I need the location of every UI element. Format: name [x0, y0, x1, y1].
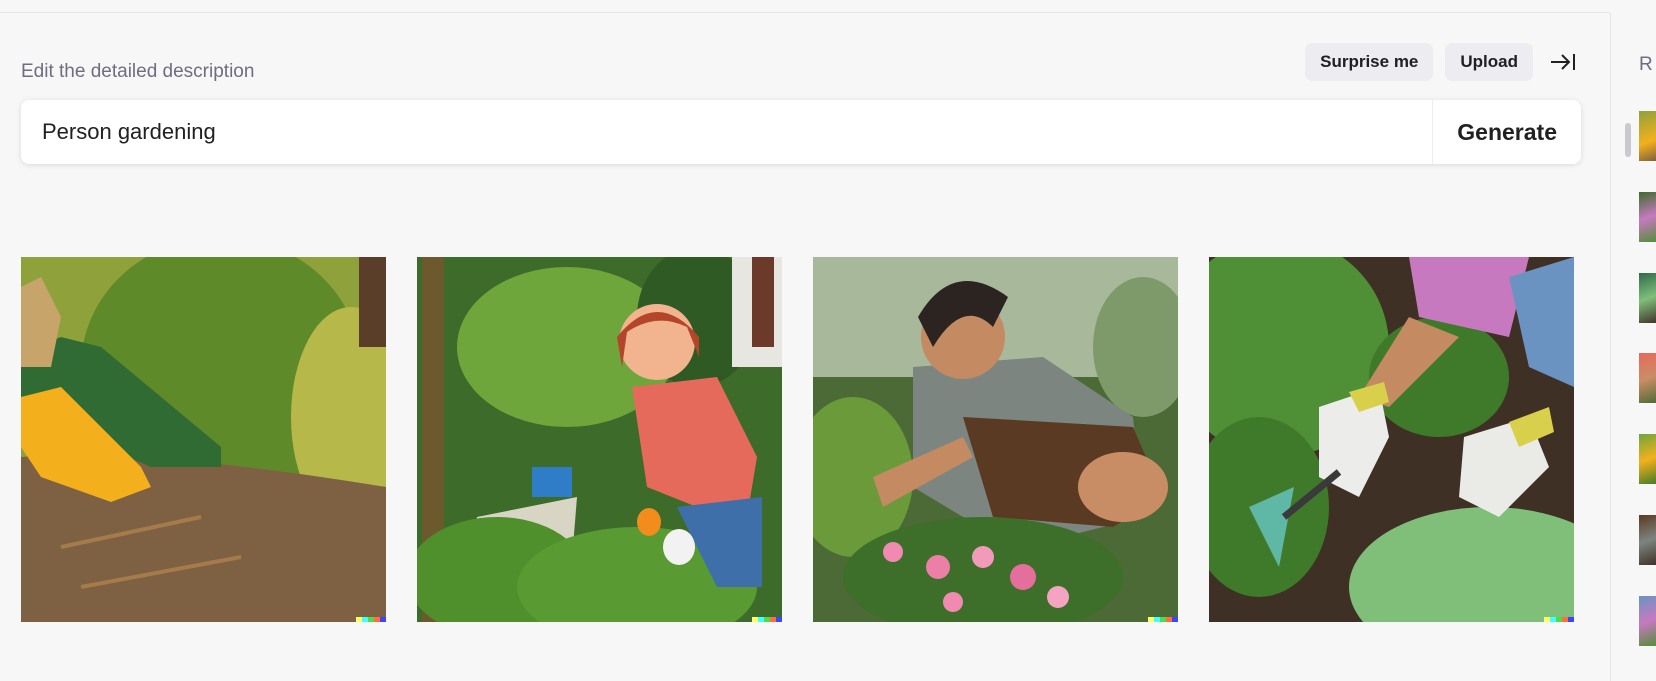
- arrow-to-right-icon: [1551, 54, 1575, 70]
- history-thumb-6[interactable]: [1639, 515, 1656, 565]
- top-bar-border: [0, 0, 1610, 13]
- result-image-1[interactable]: [21, 257, 386, 622]
- history-thumb-7[interactable]: [1639, 596, 1656, 646]
- surprise-me-button[interactable]: Surprise me: [1305, 43, 1434, 81]
- history-thumb-5[interactable]: [1639, 434, 1656, 484]
- history-thumb-3[interactable]: [1639, 273, 1656, 323]
- result-image-2[interactable]: [417, 257, 782, 622]
- history-sidebar: R: [1610, 13, 1656, 681]
- heading-row: Edit the detailed description Surprise m…: [21, 43, 1581, 91]
- signature-mark: [1544, 617, 1574, 622]
- result-image-4[interactable]: [1209, 257, 1574, 622]
- result-image-2-graphic: [417, 257, 782, 622]
- sidebar-scrollbar[interactable]: [1625, 123, 1631, 157]
- history-thumb-1[interactable]: [1639, 111, 1656, 161]
- signature-mark: [1148, 617, 1178, 622]
- sidebar-heading: R: [1639, 54, 1653, 75]
- signature-mark: [752, 617, 782, 622]
- prompt-input[interactable]: [21, 100, 1433, 164]
- history-thumb-2[interactable]: [1639, 192, 1656, 242]
- history-thumb-4[interactable]: [1639, 353, 1656, 403]
- signature-mark: [356, 617, 386, 622]
- generate-button[interactable]: Generate: [1432, 100, 1581, 164]
- result-image-3-graphic: [813, 257, 1178, 622]
- result-image-3[interactable]: [813, 257, 1178, 622]
- result-image-4-graphic: [1209, 257, 1574, 622]
- results-grid: [21, 257, 1574, 622]
- page-heading: Edit the detailed description: [21, 61, 255, 82]
- result-image-1-graphic: [21, 257, 386, 622]
- upload-button[interactable]: Upload: [1445, 43, 1533, 81]
- action-buttons: Surprise me Upload: [1305, 43, 1581, 81]
- collapse-sidebar-button[interactable]: [1545, 43, 1581, 81]
- main-panel: Edit the detailed description Surprise m…: [0, 13, 1610, 681]
- prompt-box: Generate: [21, 100, 1581, 164]
